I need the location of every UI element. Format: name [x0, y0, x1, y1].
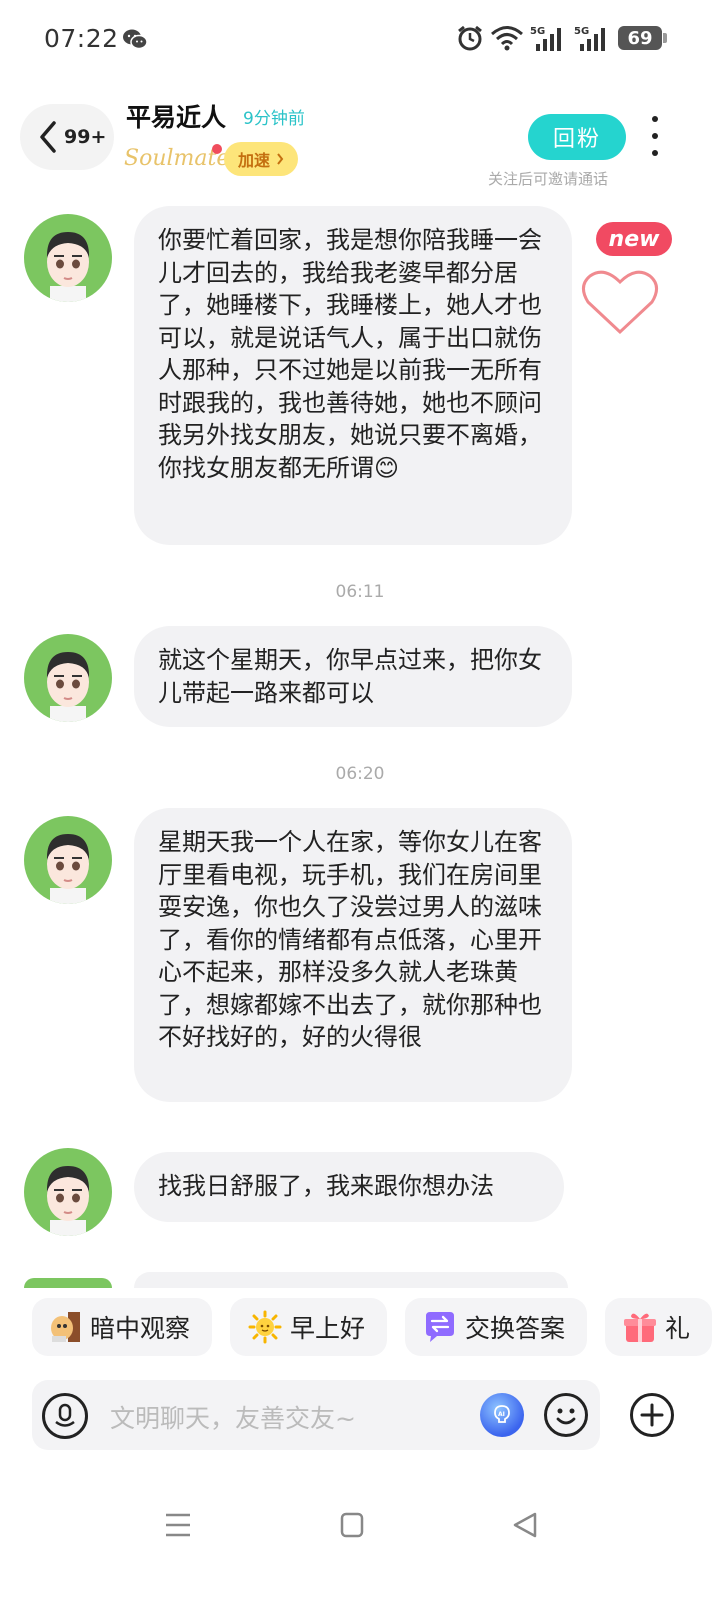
svg-text:AI: AI [498, 1411, 505, 1418]
wifi-icon [491, 26, 523, 51]
heart-icon[interactable] [580, 266, 660, 338]
follow-hint: 关注后可邀请通话 [488, 170, 609, 188]
peek-icon [51, 1312, 80, 1342]
ai-assistant-icon[interactable]: AI [480, 1393, 524, 1437]
svg-text:5G: 5G [574, 26, 589, 37]
message-bubble[interactable]: 就这个星期天，你早点过来，把你女儿带起一路来都可以 [134, 626, 572, 727]
system-nav-bar [0, 1500, 720, 1560]
chat-header: 99+ 平易近人 9分钟前 Soulmate 加速 回粉 关注后可邀请通话 [0, 96, 720, 196]
quick-chip-exchange[interactable]: 交换答案 [405, 1298, 588, 1356]
message-bubble[interactable]: 星期天我一个人在家，等你女儿在客厅里看电视，玩手机，我们在房间里耍安逸，你也久了… [134, 808, 572, 1102]
smile-icon [556, 1408, 576, 1425]
follow-back-button[interactable]: 回粉 [528, 114, 626, 160]
plus-icon [640, 1403, 664, 1427]
wechat-icon [123, 29, 148, 50]
avatar-face-icon [46, 232, 90, 302]
avatar[interactable] [24, 1148, 112, 1236]
speed-up-button[interactable]: 加速 [224, 142, 299, 176]
voice-input-button[interactable] [42, 1393, 88, 1439]
add-attachment-button[interactable] [630, 1393, 674, 1437]
new-badge: new [596, 222, 672, 256]
quick-chip-label: 礼 [665, 1314, 691, 1343]
chevron-right-icon [277, 153, 284, 165]
last-seen-text: 9分钟前 [243, 109, 305, 129]
avatar[interactable] [24, 634, 112, 722]
exchange-icon [426, 1312, 455, 1342]
sun-icon [248, 1310, 282, 1344]
avatar-partial [24, 1278, 112, 1288]
status-time: 07:22 [44, 24, 119, 53]
avatar-face-icon [46, 834, 90, 904]
unread-count: 99+ [64, 126, 107, 148]
avatar[interactable] [24, 214, 112, 302]
signal-5g-icon: 5G [530, 26, 561, 51]
alarm-icon [458, 25, 482, 51]
message-bubble-partial [134, 1272, 568, 1288]
speed-up-label: 加速 [238, 151, 271, 170]
avatar[interactable] [24, 816, 112, 904]
more-options-icon[interactable] [646, 116, 664, 156]
avatar-face-icon [46, 652, 90, 722]
quick-chip-gift[interactable]: 礼 [605, 1298, 713, 1356]
status-bar: 07:22 5G 5G 69 [0, 0, 720, 80]
quick-chip-label: 暗中观察 [90, 1314, 191, 1343]
quick-chip-label: 早上好 [290, 1314, 366, 1343]
ai-bulb-icon: AI [494, 1405, 510, 1423]
quick-reply-bar: 暗中观察 早上好 交换答案 礼 [32, 1298, 720, 1358]
signal-5g-icon-2: 5G [574, 26, 605, 51]
contact-name[interactable]: 平易近人 [126, 98, 226, 134]
quick-chip-label: 交换答案 [465, 1314, 566, 1343]
quick-chip-peek[interactable]: 暗中观察 [32, 1298, 213, 1356]
time-divider: 06:20 [335, 764, 385, 784]
message-input[interactable]: 文明聊天，友善交友~ [110, 1399, 356, 1435]
back-button[interactable]: 99+ [20, 104, 114, 170]
emoji-button[interactable] [544, 1393, 588, 1437]
back-nav-icon[interactable] [512, 1512, 538, 1538]
time-divider: 06:11 [335, 582, 385, 602]
home-icon[interactable] [340, 1512, 364, 1538]
message-input-bar: 文明聊天，友善交友~ AI [32, 1380, 600, 1450]
notification-dot [212, 144, 222, 154]
svg-text:5G: 5G [530, 26, 545, 37]
battery-icon: 69 [618, 26, 667, 50]
menu-icon[interactable] [164, 1512, 192, 1538]
quick-chip-morning[interactable]: 早上好 [230, 1298, 388, 1356]
microphone-icon [55, 1403, 75, 1427]
message-bubble[interactable]: 找我日舒服了，我来跟你想办法 [134, 1152, 564, 1222]
chevron-left-icon [40, 121, 56, 153]
avatar-face-icon [46, 1166, 90, 1236]
gift-icon [624, 1313, 657, 1342]
message-bubble[interactable]: 你要忙着回家，我是想你陪我睡一会儿才回去的，我给我老婆早都分居了，她睡楼下，我睡… [134, 206, 572, 545]
